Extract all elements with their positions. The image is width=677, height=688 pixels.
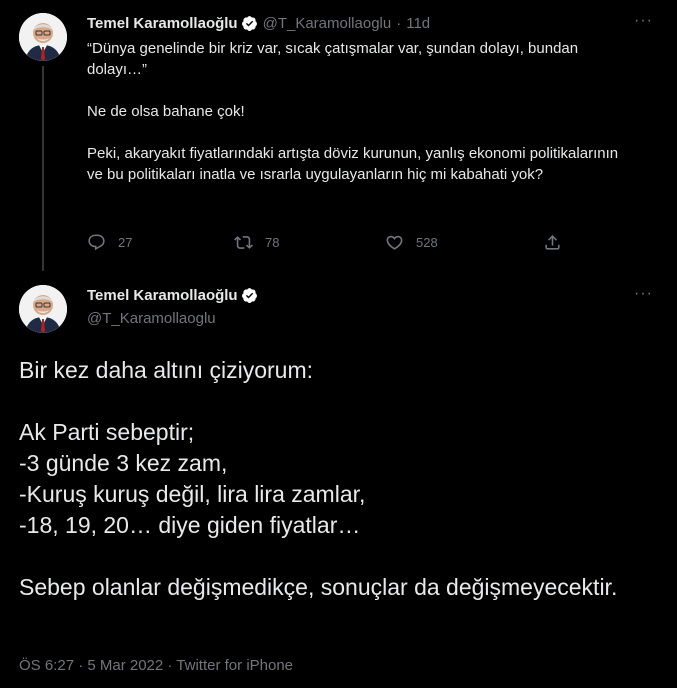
retweet-icon xyxy=(234,236,253,249)
tweet1-paragraph-3: Peki, akaryakıt fiyatlarındaki artışta d… xyxy=(87,145,623,183)
more-options-button[interactable]: ··· xyxy=(634,285,653,303)
handle[interactable]: @T_Karamollaoglu xyxy=(263,15,392,32)
share-icon xyxy=(545,235,560,250)
tweet2-text: Bir kez daha altını çiziyorum: Ak Parti … xyxy=(19,355,639,634)
avatar[interactable] xyxy=(19,285,67,333)
timestamp[interactable]: 11d xyxy=(406,15,430,32)
tweet1-paragraph-2: Ne de olsa bahane çok! xyxy=(87,103,245,120)
tweet2-header: Temel Karamollaoğlu xyxy=(87,287,258,304)
tweet-meta[interactable]: ÖS 6:27 · 5 Mar 2022 · Twitter for iPhon… xyxy=(19,657,293,674)
author-name[interactable]: Temel Karamollaoğlu xyxy=(87,287,238,304)
thread-line xyxy=(42,66,44,271)
verified-badge-icon xyxy=(241,16,257,31)
tweet2-paragraph-3: Sebep olanlar değişmedikçe, sonuçlar da … xyxy=(19,574,618,600)
separator: · xyxy=(396,15,402,32)
author-name[interactable]: Temel Karamollaoğlu xyxy=(87,15,238,32)
avatar-photo xyxy=(19,285,67,333)
handle[interactable]: @T_Karamollaoglu xyxy=(87,310,216,327)
retweet-count: 78 xyxy=(265,235,280,250)
share-button[interactable] xyxy=(543,233,574,252)
reply-button[interactable]: 27 xyxy=(87,233,132,252)
like-button[interactable]: 528 xyxy=(385,233,438,252)
tweet1-text: “Dünya genelinde bir kriz var, sıcak çat… xyxy=(87,38,627,206)
tweet1-header: Temel Karamollaoğlu @T_Karamollaoglu · 1… xyxy=(87,15,430,32)
avatar[interactable] xyxy=(19,13,67,61)
tweet1-paragraph-1: “Dünya genelinde bir kriz var, sıcak çat… xyxy=(87,40,583,78)
reply-count: 27 xyxy=(118,235,133,250)
retweet-button[interactable]: 78 xyxy=(234,233,279,252)
reply-icon xyxy=(88,234,105,251)
heart-icon xyxy=(386,235,403,250)
tweet2-paragraph-2: Ak Parti sebeptir; -3 günde 3 kez zam, -… xyxy=(19,419,366,538)
avatar-photo xyxy=(19,13,67,61)
verified-badge-icon xyxy=(241,288,257,303)
like-count: 528 xyxy=(416,235,438,250)
more-options-button[interactable]: ··· xyxy=(634,12,653,30)
tweet2-paragraph-1: Bir kez daha altını çiziyorum: xyxy=(19,357,314,383)
